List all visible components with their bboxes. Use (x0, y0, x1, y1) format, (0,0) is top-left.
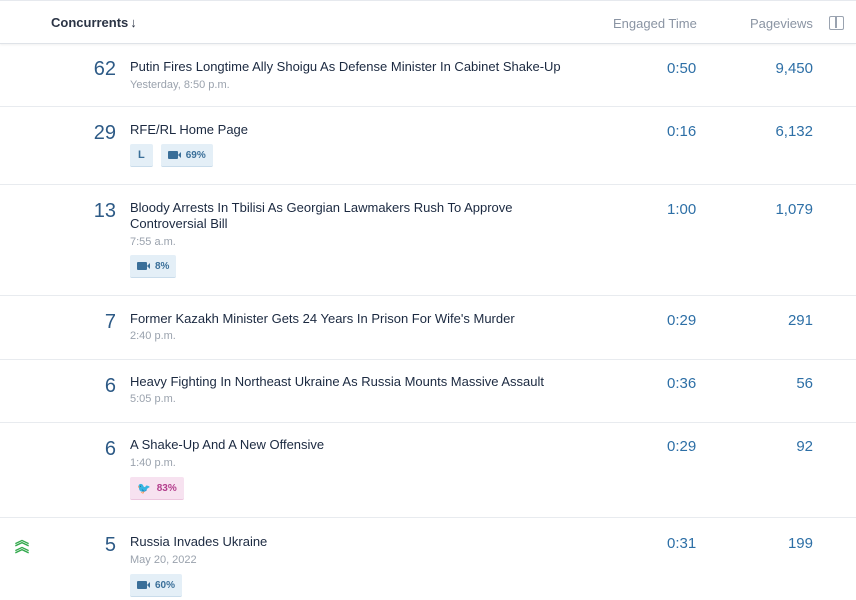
engaged-time-value: 0:36 (667, 375, 697, 392)
pageviews-value: 9,450 (775, 60, 813, 77)
table-row[interactable]: 6 Heavy Fighting In Northeast Ukraine As… (0, 360, 856, 423)
video-tag-label: 69% (185, 149, 206, 161)
letter-tag[interactable]: L (130, 144, 153, 167)
pageviews-value: 291 (787, 312, 813, 329)
article-title[interactable]: A Shake-Up And A New Offensive (130, 437, 590, 453)
video-tag-label: 8% (155, 260, 170, 272)
concurrents-count: 7 (104, 311, 116, 333)
article-list: 62 Putin Fires Longtime Ally Shoigu As D… (0, 44, 856, 600)
table-header: Concurrents ↓ Engaged Time Pageviews (0, 0, 856, 44)
twitter-tag[interactable]: 🐦 83% (130, 477, 184, 500)
article-time: Yesterday, 8:50 p.m. (130, 79, 230, 91)
video-camera-icon (137, 581, 150, 589)
article-time: 1:40 p.m. (130, 457, 176, 469)
pageviews-value: 56 (796, 375, 813, 392)
article-title[interactable]: Putin Fires Longtime Ally Shoigu As Defe… (130, 59, 590, 75)
arrow-down-icon: ↓ (130, 15, 137, 30)
table-row[interactable]: 6 A Shake-Up And A New Offensive 1:40 p.… (0, 423, 856, 518)
article-time: 5:05 p.m. (130, 393, 176, 405)
pageviews-value: 92 (796, 438, 813, 455)
concurrents-count: 6 (104, 438, 116, 460)
concurrents-count: 5 (104, 534, 116, 556)
article-title[interactable]: RFE/RL Home Page (130, 122, 590, 138)
engaged-time-header[interactable]: Engaged Time (613, 16, 697, 31)
table-row[interactable]: 13 Bloody Arrests In Tbilisi As Georgian… (0, 185, 856, 296)
engaged-time-value: 0:16 (667, 123, 697, 140)
engaged-time-value: 0:29 (667, 312, 697, 329)
tag-list: L 69% (130, 144, 213, 167)
video-camera-icon (167, 151, 181, 159)
video-tag[interactable]: 69% (160, 144, 213, 167)
tag-list: 🐦 83% (130, 477, 184, 500)
engaged-time-value: 0:31 (667, 535, 697, 552)
article-time: 2:40 p.m. (130, 330, 176, 342)
concurrents-count: 29 (93, 122, 116, 144)
article-title[interactable]: Heavy Fighting In Northeast Ukraine As R… (130, 374, 590, 390)
pageviews-value: 1,079 (775, 201, 813, 218)
concurrents-label: Concurrents (51, 15, 129, 30)
tag-list: 8% (130, 255, 177, 278)
concurrents-count: 6 (104, 375, 116, 397)
engaged-time-value: 1:00 (667, 201, 697, 218)
table-row[interactable]: 7 Former Kazakh Minister Gets 24 Years I… (0, 296, 856, 360)
concurrents-count: 62 (93, 58, 116, 80)
article-title[interactable]: Former Kazakh Minister Gets 24 Years In … (130, 311, 590, 327)
article-title[interactable]: Bloody Arrests In Tbilisi As Georgian La… (130, 200, 550, 232)
twitter-tag-label: 83% (156, 482, 177, 494)
pageviews-value: 6,132 (775, 123, 813, 140)
pageviews-header[interactable]: Pageviews (750, 16, 813, 31)
video-tag[interactable]: 8% (130, 255, 177, 278)
table-row[interactable]: 29 RFE/RL Home Page L 69% 0:16 6,132 (0, 107, 856, 185)
video-tag[interactable]: 60% (130, 574, 183, 597)
table-row[interactable]: ︽ ︽ 5 Russia Invades Ukraine May 20, 2022… (0, 518, 856, 600)
concurrents-sort-header[interactable]: Concurrents ↓ (51, 15, 137, 30)
article-title[interactable]: Russia Invades Ukraine (130, 534, 590, 550)
article-time: 7:55 a.m. (130, 236, 176, 248)
tag-list: 60% (130, 574, 183, 597)
pageviews-value: 199 (787, 535, 813, 552)
article-time: May 20, 2022 (130, 554, 197, 566)
table-row[interactable]: 62 Putin Fires Longtime Ally Shoigu As D… (0, 44, 856, 107)
panel-toggle-icon[interactable] (829, 16, 844, 30)
twitter-bird-icon: 🐦 (137, 482, 151, 495)
video-camera-icon (137, 262, 150, 270)
concurrents-count: 13 (93, 200, 116, 222)
engaged-time-value: 0:50 (667, 60, 697, 77)
video-tag-label: 60% (155, 579, 176, 591)
double-chevron-up-icon: ︽ ︽ (15, 532, 29, 555)
engaged-time-value: 0:29 (667, 438, 697, 455)
